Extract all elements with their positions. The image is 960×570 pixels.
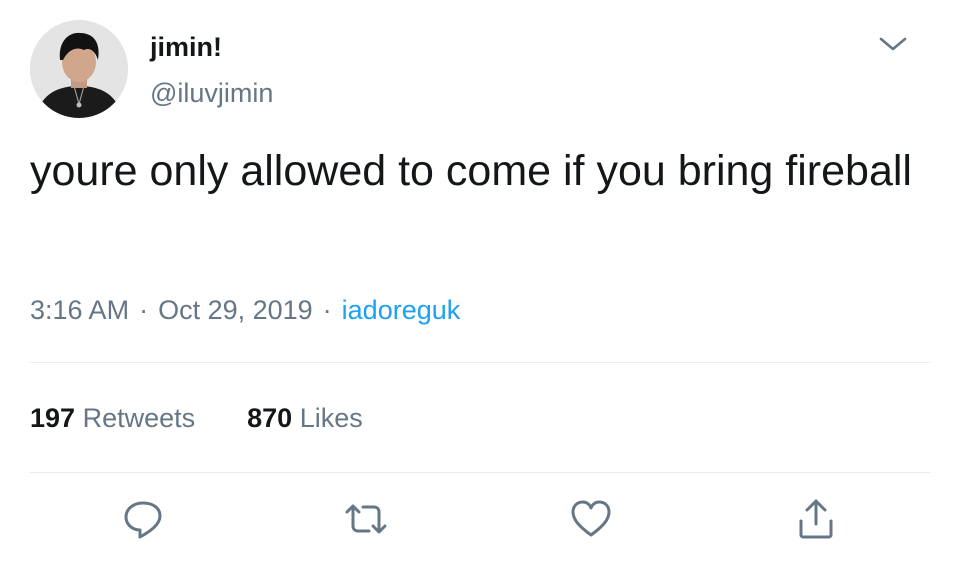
tweet-card: jimin! @iluvjimin youre only allowed to … — [0, 0, 960, 570]
display-name[interactable]: jimin! — [150, 30, 222, 64]
tweet-stats: 197 Retweets 870 Likes — [30, 400, 415, 436]
tweet-date[interactable]: Oct 29, 2019 — [158, 295, 313, 325]
likes-count: 870 — [247, 403, 293, 433]
tweet-source-link[interactable]: iadoreguk — [342, 295, 461, 325]
retweets-label: Retweets — [82, 403, 196, 433]
share-button[interactable] — [791, 494, 841, 544]
likes-stat[interactable]: 870 Likes — [247, 400, 363, 436]
reply-button[interactable] — [118, 494, 168, 544]
meta-separator: · — [139, 295, 149, 325]
heart-icon — [571, 500, 611, 537]
tweet-time[interactable]: 3:16 AM — [30, 295, 129, 325]
avatar[interactable] — [30, 20, 128, 118]
tweet-meta: 3:16 AM · Oct 29, 2019 · iadoreguk — [30, 293, 460, 327]
user-handle[interactable]: @iluvjimin — [150, 76, 273, 110]
likes-label: Likes — [299, 403, 363, 433]
reply-icon — [124, 501, 162, 539]
divider — [30, 472, 930, 473]
divider — [30, 362, 930, 363]
like-button[interactable] — [566, 494, 616, 544]
chevron-down-icon — [879, 37, 907, 51]
retweet-button[interactable] — [341, 494, 391, 544]
retweets-count: 197 — [30, 403, 76, 433]
more-options-button[interactable] — [873, 26, 913, 62]
meta-separator: · — [322, 295, 332, 325]
retweet-icon — [345, 504, 387, 534]
avatar-photo — [30, 20, 128, 118]
retweets-stat[interactable]: 197 Retweets — [30, 400, 195, 436]
tweet-text: youre only allowed to come if you bring … — [30, 147, 912, 195]
share-icon — [799, 499, 833, 539]
